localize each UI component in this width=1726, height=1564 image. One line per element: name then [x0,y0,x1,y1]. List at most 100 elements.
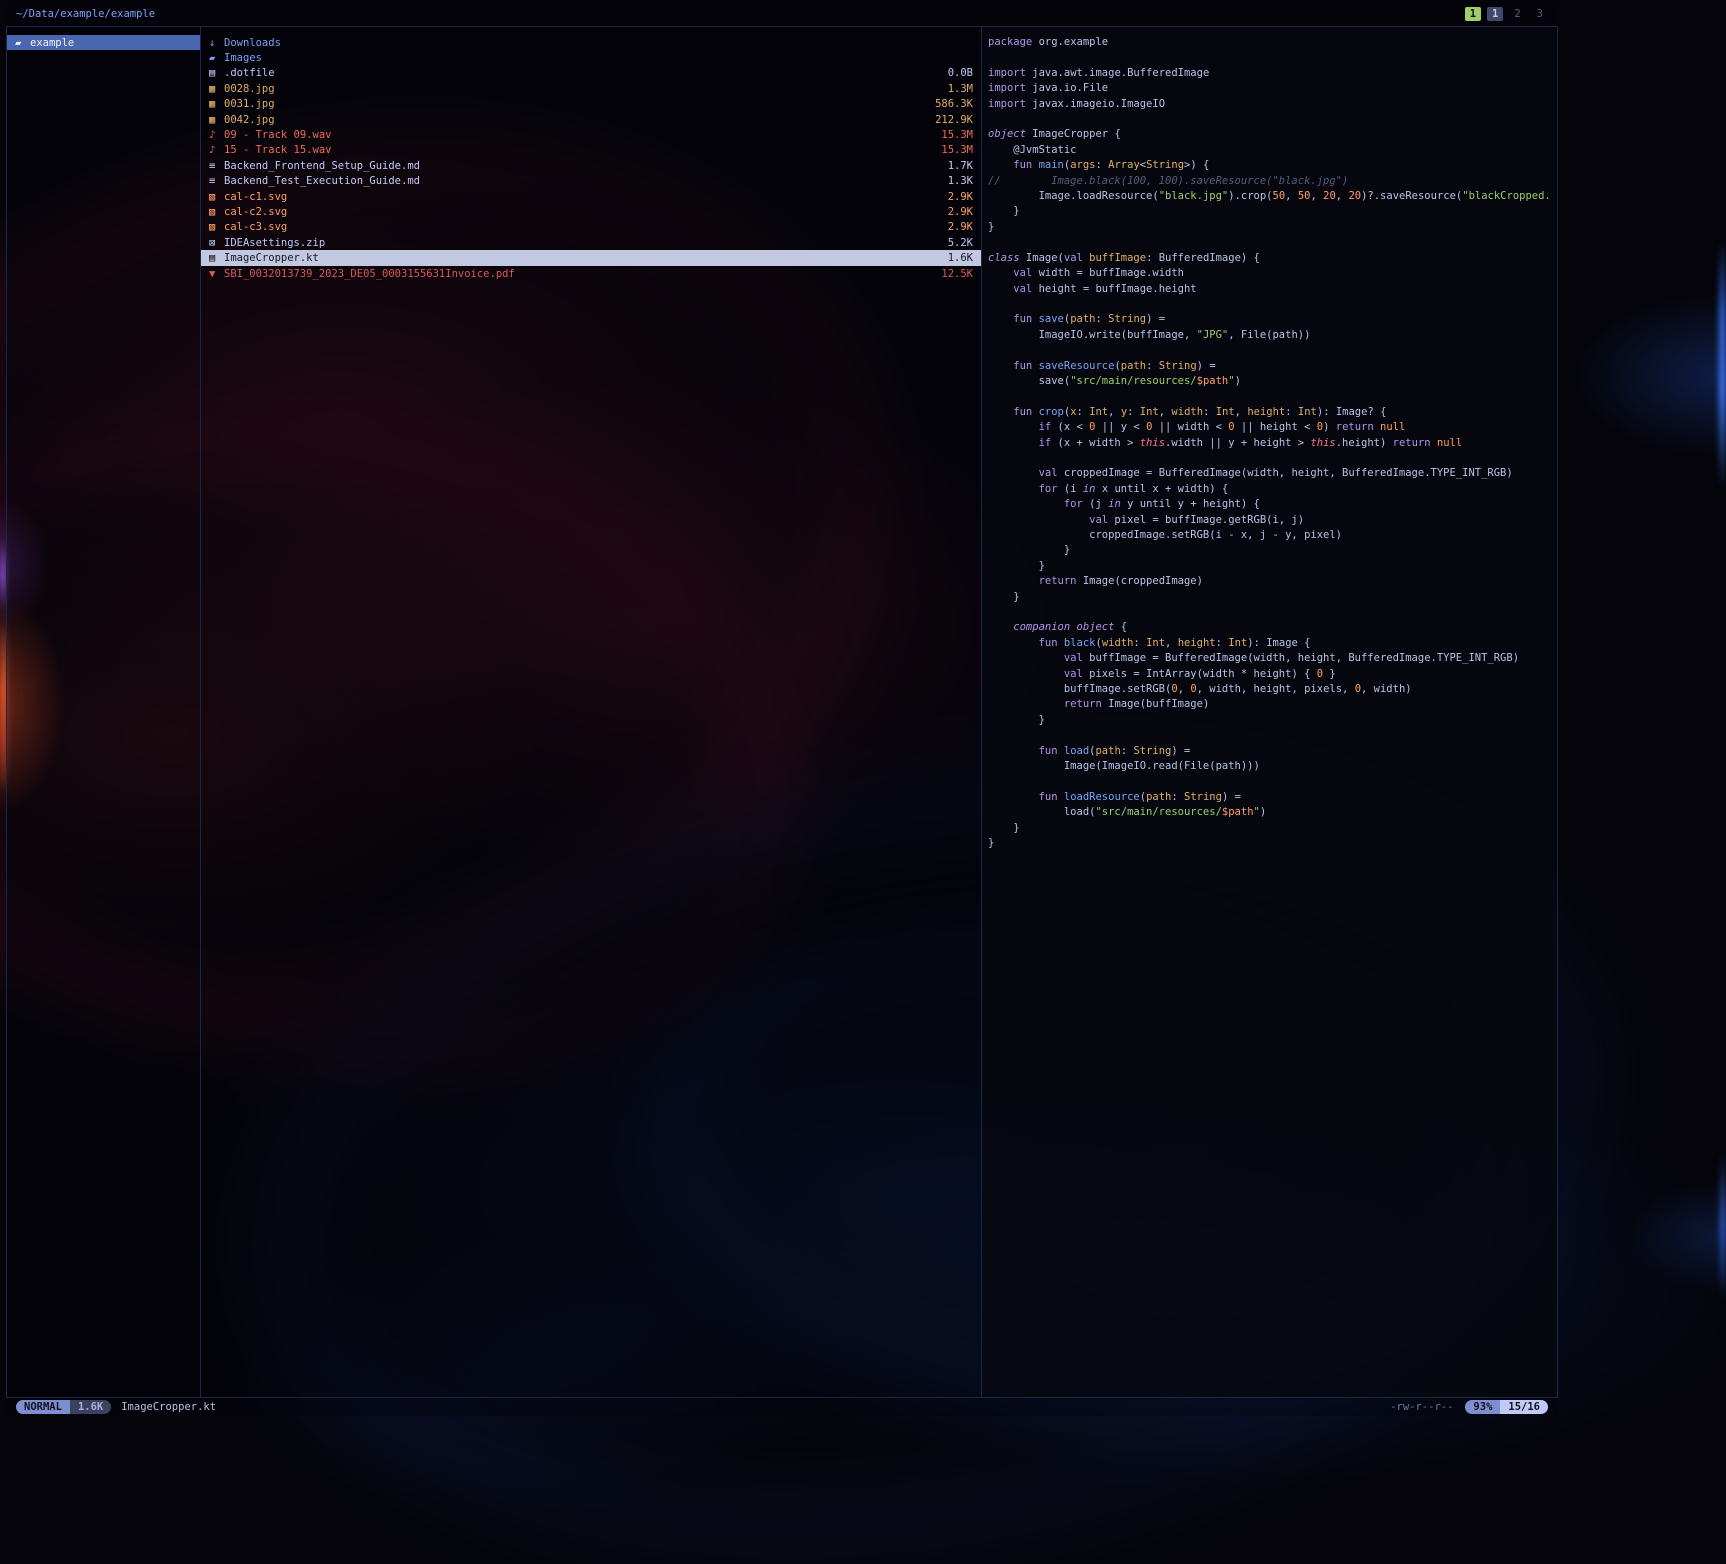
markdown-file-icon: ≡ [209,175,224,187]
code-line: val pixel = buffImage.getRGB(i, j) [988,513,1557,528]
code-line: companion object { [988,620,1557,635]
code-line: for (i in x until x + width) { [988,482,1557,497]
file-size: 1.7K [940,160,973,172]
image-file-icon: ▦ [209,98,224,110]
code-line: save("src/main/resources/$path") [988,374,1557,389]
file-size: 1.3K [940,175,973,187]
pdf-file-icon: ▼ [209,268,224,280]
file-row[interactable]: ≡Backend_Frontend_Setup_Guide.md 1.7K [201,158,981,173]
file-row[interactable]: ♪15 - Track 15.wav15.3M [201,143,981,158]
file-row[interactable]: ↓Downloads [201,35,981,50]
file-list-pane: ↓Downloads▰Images▤.dotfile0.0B▦0028.jpg1… [201,27,982,1397]
file-name: Images [224,52,262,64]
code-line: buffImage.setRGB(0, 0, width, height, pi… [988,682,1557,697]
panes: ▰ example ↓Downloads▰Images▤.dotfile0.0B… [6,26,1558,1398]
folder-icon: ▰ [209,52,224,64]
code-line [988,605,1557,620]
file-row[interactable]: ≡Backend_Test_Execution_Guide.md 1.3K [201,174,981,189]
code-line: if (x < 0 || y < 0 || width < 0 || heigh… [988,420,1557,435]
code-line: package org.example [988,35,1557,50]
file-row[interactable]: ▤.dotfile0.0B [201,66,981,81]
code-line: } [988,559,1557,574]
file-row[interactable]: ▰Images [201,50,981,65]
file-row[interactable]: ▦0042.jpg 212.9K [201,112,981,127]
tab-2[interactable]: 1 [1487,7,1503,21]
file-name: .dotfile [224,67,275,79]
image-file-icon: ▧ [209,191,224,203]
code-line: val height = buffImage.height [988,282,1557,297]
file-icon: ▤ [209,67,224,79]
code-line: for (j in y until y + height) { [988,497,1557,512]
status-bar: NORMAL 1.6K ImageCropper.kt -rw-r--r-- 9… [6,1398,1558,1415]
file-row[interactable]: ▧cal-c3.svg2.9K [201,220,981,235]
audio-file-icon: ♪ [209,144,224,156]
code-line [988,343,1557,358]
file-size: 586.3K [927,98,973,110]
sidebar-item-example[interactable]: ▰ example [7,35,200,50]
code-line: fun black(width: Int, height: Int): Imag… [988,636,1557,651]
file-name: 09 - Track 09.wav [224,129,331,141]
tab-1[interactable]: 1 [1465,7,1481,21]
file-name: cal-c1.svg [224,191,287,203]
image-file-icon: ▦ [209,114,224,126]
code-file-icon: ▤ [209,252,224,264]
file-list: ↓Downloads▰Images▤.dotfile0.0B▦0028.jpg1… [201,35,981,281]
code-preview: package org.example import java.awt.imag… [988,35,1557,852]
file-row[interactable]: ♪09 - Track 09.wav15.3M [201,127,981,142]
code-line: Image.loadResource("black.jpg").crop(50,… [988,189,1557,204]
file-row[interactable]: ▼SBI_0032013739_2023_DE05_0003155631Invo… [201,266,981,281]
preview-pane: package org.example import java.awt.imag… [982,27,1557,1397]
file-size: 2.9K [940,206,973,218]
code-line: @JvmStatic [988,143,1557,158]
markdown-file-icon: ≡ [209,160,224,172]
file-size: 212.9K [927,114,973,126]
file-row[interactable]: ▦0028.jpg1.3M [201,81,981,96]
code-line [988,775,1557,790]
file-row[interactable]: ▤ImageCropper.kt1.6K [201,250,981,265]
code-line: val buffImage = BufferedImage(width, hei… [988,651,1557,666]
cursor-position-badge: 15/16 [1500,1400,1548,1414]
file-row[interactable]: ▧cal-c2.svg 2.9K [201,204,981,219]
code-line: object ImageCropper { [988,127,1557,142]
tab-3[interactable]: 2 [1509,7,1525,21]
image-file-icon: ▧ [209,221,224,233]
file-name: Backend_Test_Execution_Guide.md [224,175,420,187]
file-name: 0028.jpg [224,83,275,95]
scroll-percent-badge: 93% [1465,1400,1500,1414]
status-right: -rw-r--r-- 93% 15/16 [1390,1400,1548,1414]
file-name: 15 - Track 15.wav [224,144,331,156]
code-line: val croppedImage = BufferedImage(width, … [988,466,1557,481]
file-name: 0042.jpg [224,114,275,126]
code-line [988,451,1557,466]
file-size: 5.2K [940,237,973,249]
code-line: return Image(croppedImage) [988,574,1557,589]
code-line: } [988,220,1557,235]
code-line: import java.io.File [988,81,1557,96]
wallpaper-edge-streak [1719,240,1726,490]
code-line: import javax.imageio.ImageIO [988,97,1557,112]
cwd-path: ~/Data/example/example [16,8,155,20]
file-row[interactable]: ▦0031.jpg586.3K [201,97,981,112]
file-name: Downloads [224,37,281,49]
file-name: cal-c2.svg [224,206,287,218]
top-bar: ~/Data/example/example 1123 [6,2,1558,26]
tab-4[interactable]: 3 [1532,7,1548,21]
code-line: fun loadResource(path: String) = [988,790,1557,805]
file-name: Backend_Frontend_Setup_Guide.md [224,160,420,172]
code-line [988,50,1557,65]
code-line: load("src/main/resources/$path") [988,805,1557,820]
code-line: } [988,713,1557,728]
status-left: NORMAL 1.6K ImageCropper.kt [16,1400,216,1414]
status-filename: ImageCropper.kt [121,1401,216,1413]
code-line: // Image.black(100, 100).saveResource("b… [988,174,1557,189]
folder-icon: ▰ [15,37,30,49]
code-line: val pixels = IntArray(width * height) { … [988,667,1557,682]
audio-file-icon: ♪ [209,129,224,141]
image-file-icon: ▧ [209,206,224,218]
terminal-window: ~/Data/example/example 1123 ▰ example ↓D… [6,2,1558,1416]
file-name: ImageCropper.kt [224,252,319,264]
file-row[interactable]: ⊠IDEAsettings.zip5.2K [201,235,981,250]
code-line [988,235,1557,250]
file-row[interactable]: ▧cal-c1.svg2.9K [201,189,981,204]
code-line: fun main(args: Array<String>) { [988,158,1557,173]
